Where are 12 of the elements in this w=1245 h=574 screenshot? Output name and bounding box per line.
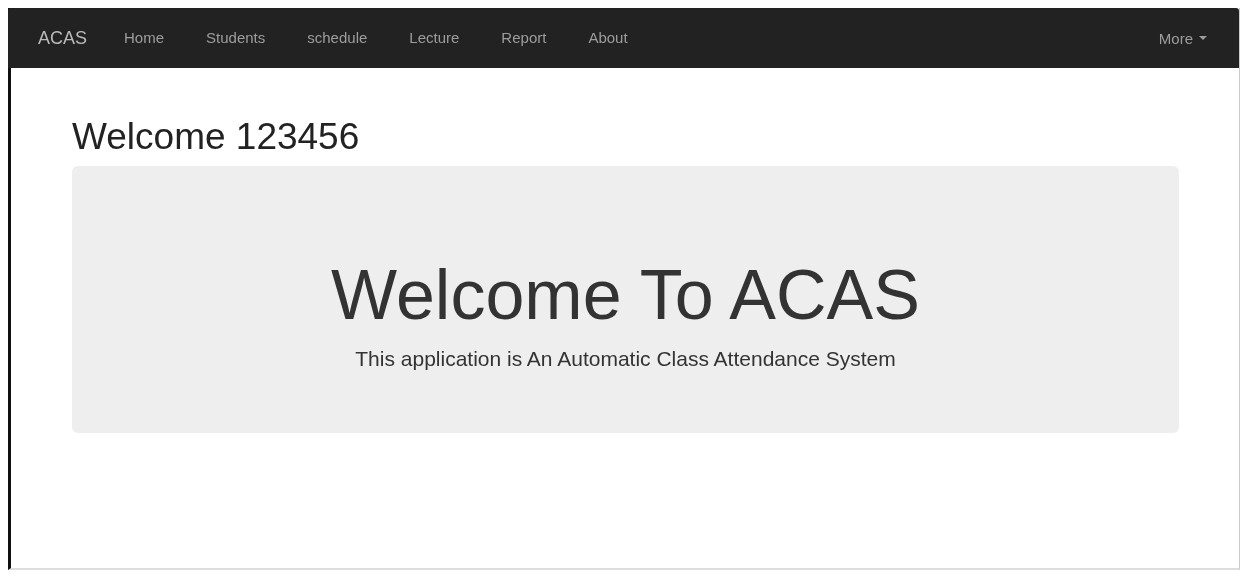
nav-link[interactable]: Students	[185, 8, 287, 68]
nav-link[interactable]: Lecture	[388, 8, 481, 68]
nav-link[interactable]: schedule	[286, 8, 389, 68]
brand-link[interactable]: ACAS	[22, 27, 104, 49]
jumbotron-text: This application is An Automatic Class Attendance System	[355, 346, 896, 371]
nav-link[interactable]: Home	[103, 8, 186, 68]
nav-link[interactable]: Report	[480, 8, 568, 68]
caret-icon	[1199, 36, 1207, 40]
jumbotron-heading: Welcome To ACAS	[331, 254, 920, 335]
nav-link[interactable]: About	[567, 8, 649, 68]
more-dropdown[interactable]: More	[1144, 29, 1221, 47]
welcome-heading: Welcome 123456	[72, 116, 361, 158]
